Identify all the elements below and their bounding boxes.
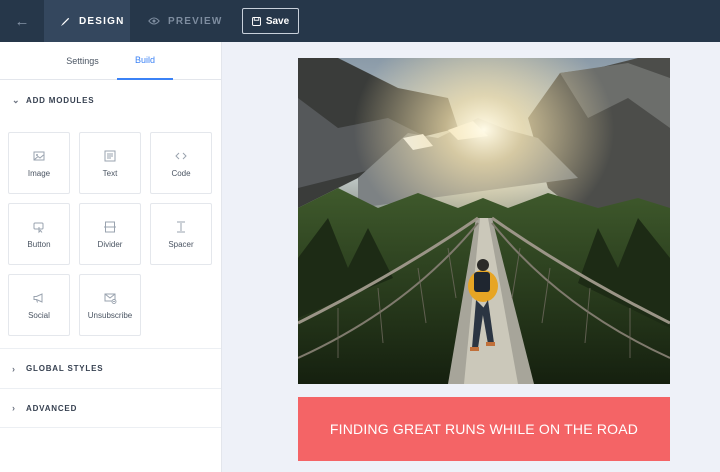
mountain-bridge-photo (298, 58, 670, 384)
button-icon (33, 222, 44, 233)
module-social[interactable]: Social (8, 274, 70, 336)
megaphone-icon (33, 292, 43, 303)
code-icon (175, 152, 187, 159)
chevron-down-icon: ⌄ (12, 94, 21, 105)
section-global-styles-label: GLOBAL STYLES (26, 364, 104, 373)
banner-heading: FINDING GREAT RUNS WHILE ON THE ROAD (329, 421, 639, 437)
module-button[interactable]: Button (8, 203, 70, 265)
text-icon (104, 150, 116, 161)
eye-icon (148, 17, 160, 25)
section-add-modules-label: ADD MODULES (26, 95, 95, 105)
section-global-styles[interactable]: › GLOBAL STYLES (0, 348, 221, 388)
chevron-right-icon: › (12, 363, 16, 374)
module-image-label: Image (27, 168, 51, 178)
module-code-label: Code (171, 168, 191, 178)
module-social-label: Social (28, 310, 50, 320)
tab-preview-label: PREVIEW (168, 15, 223, 27)
section-add-modules[interactable]: ⌄ ADD MODULES (0, 80, 221, 120)
section-advanced-label: ADVANCED (26, 403, 78, 413)
module-divider-label: Divider (97, 239, 123, 249)
email-canvas: FINDING GREAT RUNS WHILE ON THE ROAD (222, 42, 720, 472)
text-banner[interactable]: FINDING GREAT RUNS WHILE ON THE ROAD (298, 397, 670, 461)
module-spacer[interactable]: Spacer (150, 203, 212, 265)
sidebar-tabs: Settings Build (0, 42, 221, 80)
chevron-right-icon: › (12, 403, 16, 413)
tab-settings[interactable]: Settings (50, 42, 115, 80)
section-advanced[interactable]: › ADVANCED (0, 388, 221, 428)
module-spacer-label: Spacer (168, 239, 194, 249)
module-code[interactable]: Code (150, 132, 212, 194)
save-button[interactable]: Save (242, 8, 299, 34)
image-icon (33, 151, 45, 160)
spacer-icon (177, 221, 185, 232)
back-button[interactable]: ← (0, 0, 44, 42)
module-text[interactable]: Text (79, 132, 141, 194)
hero-image[interactable] (298, 58, 670, 384)
module-divider[interactable]: Divider (79, 203, 141, 265)
module-image[interactable]: Image (8, 132, 70, 194)
unsubscribe-icon (104, 293, 117, 304)
brush-icon (60, 17, 70, 26)
floppy-disk-icon (251, 16, 261, 26)
tab-design-label: DESIGN (79, 15, 125, 27)
tab-design[interactable]: DESIGN (44, 0, 130, 42)
divider-icon (104, 221, 116, 232)
module-unsubscribe-label: Unsubscribe (87, 310, 133, 320)
tab-build[interactable]: Build (117, 42, 173, 80)
module-button-label: Button (27, 239, 51, 249)
save-button-label: Save (265, 15, 290, 27)
module-grid: Image Text Code Button Divider Spacer So… (0, 120, 221, 348)
module-unsubscribe[interactable]: Unsubscribe (79, 274, 141, 336)
sidebar: Settings Build ⌄ ADD MODULES Image Text … (0, 42, 222, 472)
module-text-label: Text (102, 168, 118, 178)
top-toolbar: ← DESIGN PREVIEW Save (0, 0, 720, 42)
tab-preview[interactable]: PREVIEW (132, 0, 228, 42)
arrow-left-icon: ← (14, 12, 30, 30)
